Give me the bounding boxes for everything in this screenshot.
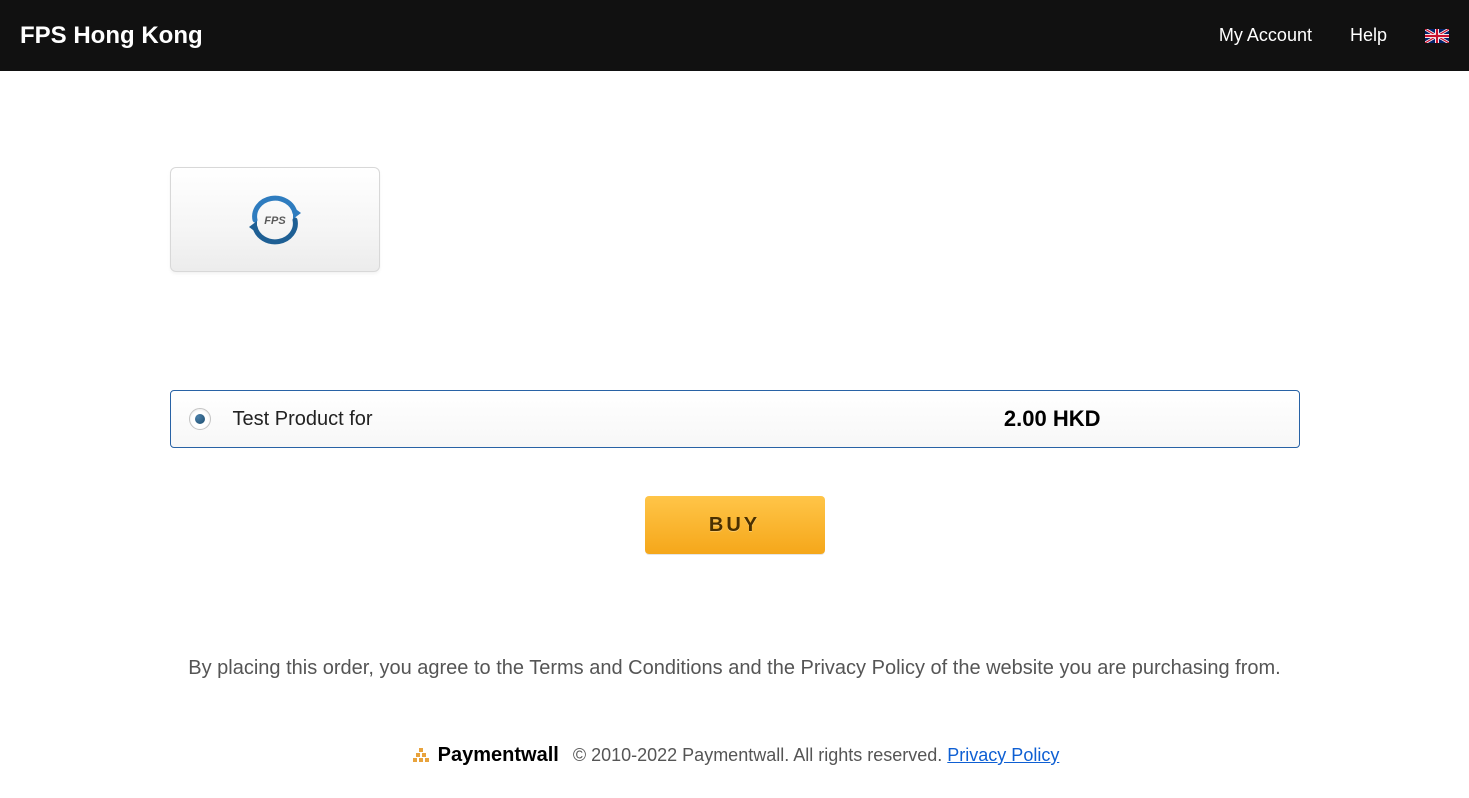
header-nav: My Account Help — [1219, 25, 1449, 46]
radio-selected-icon — [195, 414, 205, 424]
copyright-text: © 2010-2022 Paymentwall. All rights rese… — [573, 745, 1060, 766]
product-name-label: Test Product for — [233, 408, 1004, 431]
help-link[interactable]: Help — [1350, 25, 1387, 46]
privacy-policy-link[interactable]: Privacy Policy — [947, 745, 1059, 765]
paymentwall-logo: Paymentwall — [410, 744, 559, 767]
my-account-link[interactable]: My Account — [1219, 25, 1312, 46]
buy-button-container: BUY — [170, 496, 1300, 554]
header: FPS Hong Kong My Account Help — [0, 0, 1469, 71]
fps-logo-icon: FPS — [245, 195, 305, 245]
paymentwall-brand-label: Paymentwall — [438, 744, 559, 767]
copyright-label: © 2010-2022 Paymentwall. All rights rese… — [573, 745, 942, 765]
product-price-label: 2.00 HKD — [1004, 406, 1101, 432]
main-content: FPS Test Product for 2.00 HKD BUY By pla… — [170, 167, 1300, 767]
product-option-row[interactable]: Test Product for 2.00 HKD — [170, 390, 1300, 448]
disclaimer-text: By placing this order, you agree to the … — [170, 654, 1300, 682]
radio-button[interactable] — [189, 408, 211, 430]
svg-text:FPS: FPS — [264, 215, 286, 227]
paymentwall-logo-icon — [410, 748, 432, 764]
buy-button[interactable]: BUY — [645, 496, 825, 554]
page-title: FPS Hong Kong — [20, 22, 203, 50]
footer: Paymentwall © 2010-2022 Paymentwall. All… — [170, 744, 1300, 767]
payment-method-card[interactable]: FPS — [170, 167, 380, 272]
uk-flag-icon[interactable] — [1425, 29, 1449, 43]
